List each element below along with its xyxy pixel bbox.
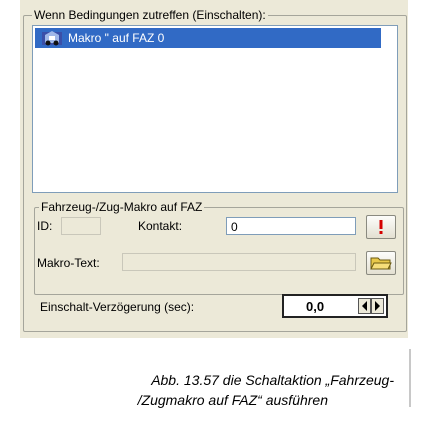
conditions-group-label: Wenn Bedingungen zutreffen (Einschalten)… — [32, 8, 268, 22]
list-item[interactable]: Makro " auf FAZ 0 — [35, 28, 381, 48]
contact-label: Kontakt: — [138, 219, 183, 233]
delay-spinner[interactable]: 0,0 — [282, 294, 388, 318]
contact-field[interactable]: 0 — [226, 217, 356, 235]
switch-action-dialog: Wenn Bedingungen zutreffen (Einschalten)… — [20, 0, 408, 338]
caption-line-2: /Zugmakro auf FAZ“ ausführen — [137, 392, 328, 408]
alert-button[interactable] — [366, 215, 396, 239]
increment-button[interactable] — [371, 298, 384, 314]
list-item-label: Makro " auf FAZ 0 — [68, 31, 165, 45]
macro-group-label: Fahrzeug-/Zug-Makro auf FAZ — [39, 200, 205, 214]
figure-caption: Abb. 13.57 die Schaltaktion „Fahrzeug- /… — [60, 370, 394, 410]
arrow-right-icon — [375, 301, 380, 311]
arrow-left-icon — [362, 301, 367, 311]
exclamation-icon — [379, 220, 383, 234]
macro-train-icon — [42, 31, 62, 46]
browse-button[interactable] — [366, 251, 396, 275]
delay-value: 0,0 — [306, 299, 325, 314]
decrement-button[interactable] — [358, 298, 371, 314]
margin-line — [409, 349, 411, 407]
macro-text-field[interactable] — [122, 253, 356, 271]
delay-label: Einschalt-Verzögerung (sec): — [40, 300, 195, 314]
id-label: ID: — [37, 219, 53, 233]
macro-text-label: Makro-Text: — [37, 256, 100, 270]
caption-line-1: Abb. 13.57 die Schaltaktion „Fahrzeug- — [151, 372, 394, 388]
id-field[interactable] — [61, 217, 101, 235]
macro-group: Fahrzeug-/Zug-Makro auf FAZ ID: Kontakt:… — [34, 200, 404, 295]
folder-icon — [370, 257, 392, 270]
conditions-listbox[interactable]: Makro " auf FAZ 0 — [32, 25, 398, 193]
conditions-group: Wenn Bedingungen zutreffen (Einschalten)… — [23, 8, 407, 332]
